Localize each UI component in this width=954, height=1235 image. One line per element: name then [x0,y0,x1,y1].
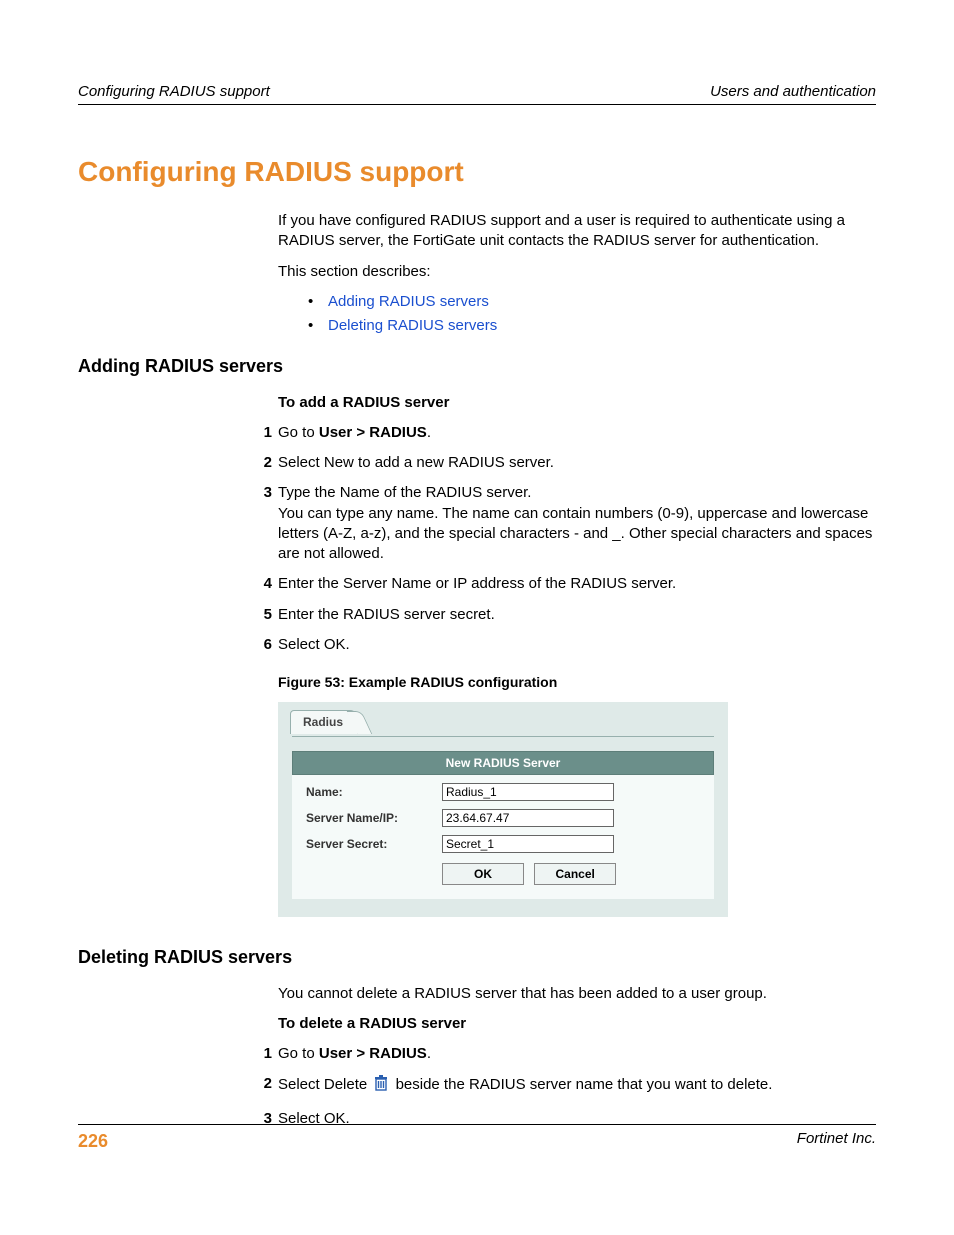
step-item: Enter the RADIUS server secret. [78,605,876,625]
link-deleting-radius[interactable]: Deleting RADIUS servers [328,317,497,334]
section-deleting-heading: Deleting RADIUS servers [78,945,876,969]
ok-button[interactable]: OK [442,863,524,885]
input-server[interactable] [442,809,614,827]
running-head-right: Users and authentication [710,82,876,102]
step-item: Select New to add a new RADIUS server. [78,453,876,473]
cancel-button[interactable]: Cancel [534,863,616,885]
label-secret: Server Secret: [306,836,442,852]
intro-paragraph-1: If you have configured RADIUS support an… [278,211,876,252]
proc-title-add: To add a RADIUS server [278,393,876,413]
step-item: Go to User > RADIUS. [78,1044,876,1064]
link-adding-radius[interactable]: Adding RADIUS servers [328,293,489,310]
trash-icon [373,1074,389,1098]
intro-paragraph-2: This section describes: [278,262,876,282]
input-name[interactable] [442,783,614,801]
label-server: Server Name/IP: [306,810,442,826]
panel-title: New RADIUS Server [292,751,714,775]
bullet-item: Deleting RADIUS servers [278,316,876,336]
label-name: Name: [306,784,442,800]
figure-caption: Figure 53: Example RADIUS configuration [278,673,876,692]
bullet-item: Adding RADIUS servers [278,292,876,312]
deleting-intro: You cannot delete a RADIUS server that h… [278,984,876,1004]
step-item: Go to User > RADIUS. [78,423,876,443]
page-title: Configuring RADIUS support [78,153,876,191]
input-secret[interactable] [442,835,614,853]
company-name: Fortinet Inc. [797,1129,876,1153]
step-item: Type the Name of the RADIUS server. You … [78,483,876,564]
page-number: 226 [78,1129,108,1153]
running-head-left: Configuring RADIUS support [78,82,270,102]
proc-title-delete: To delete a RADIUS server [278,1014,876,1034]
step-item: Select Delete beside the RADIUS server n… [78,1074,876,1098]
figure-radius-config: Radius New RADIUS Server Name: Server Na… [278,702,728,917]
tab-radius[interactable]: Radius [290,710,358,734]
step-item: Select OK. [78,635,876,655]
section-adding-heading: Adding RADIUS servers [78,354,876,378]
step-item: Enter the Server Name or IP address of t… [78,574,876,594]
